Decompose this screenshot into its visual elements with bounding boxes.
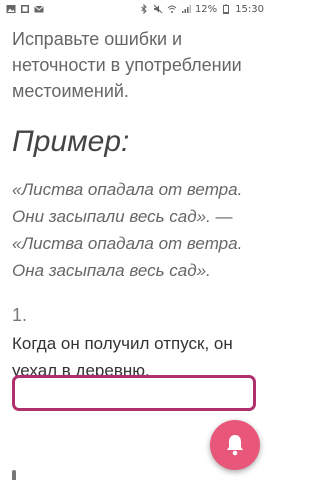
example-text: «Листва опадала от ветра. Они засыпали в… bbox=[12, 176, 258, 284]
example-line: «Листва опадала от ветра. bbox=[12, 234, 243, 253]
signal-icon bbox=[181, 5, 191, 13]
example-heading: Пример: bbox=[12, 125, 130, 158]
example-line: «Листва опадала от ветра. bbox=[12, 180, 243, 199]
mail-icon bbox=[34, 5, 44, 13]
gallery-icon bbox=[21, 5, 29, 13]
battery-percent: 12% bbox=[194, 3, 218, 15]
status-bar-left bbox=[6, 4, 44, 14]
status-bar-right: 12% 15:30 bbox=[139, 4, 264, 15]
example-line: Они засыпали весь сад». — bbox=[12, 207, 233, 226]
wifi-icon bbox=[167, 5, 177, 13]
example-line: Она засыпала весь сад». bbox=[12, 261, 211, 280]
clock: 15:30 bbox=[235, 3, 264, 15]
instruction-text: Исправьте ошибки и неточности в употребл… bbox=[12, 29, 242, 101]
image-icon bbox=[6, 5, 16, 13]
answer-input[interactable] bbox=[12, 375, 256, 411]
next-question-marker bbox=[12, 470, 16, 480]
battery-icon bbox=[223, 4, 230, 14]
bluetooth-icon bbox=[141, 4, 147, 14]
bell-icon bbox=[227, 435, 243, 456]
status-bar: 12% 15:30 bbox=[0, 0, 270, 18]
notification-button[interactable] bbox=[210, 420, 260, 470]
question-number: 1. bbox=[12, 305, 28, 325]
mute-icon bbox=[153, 4, 163, 14]
